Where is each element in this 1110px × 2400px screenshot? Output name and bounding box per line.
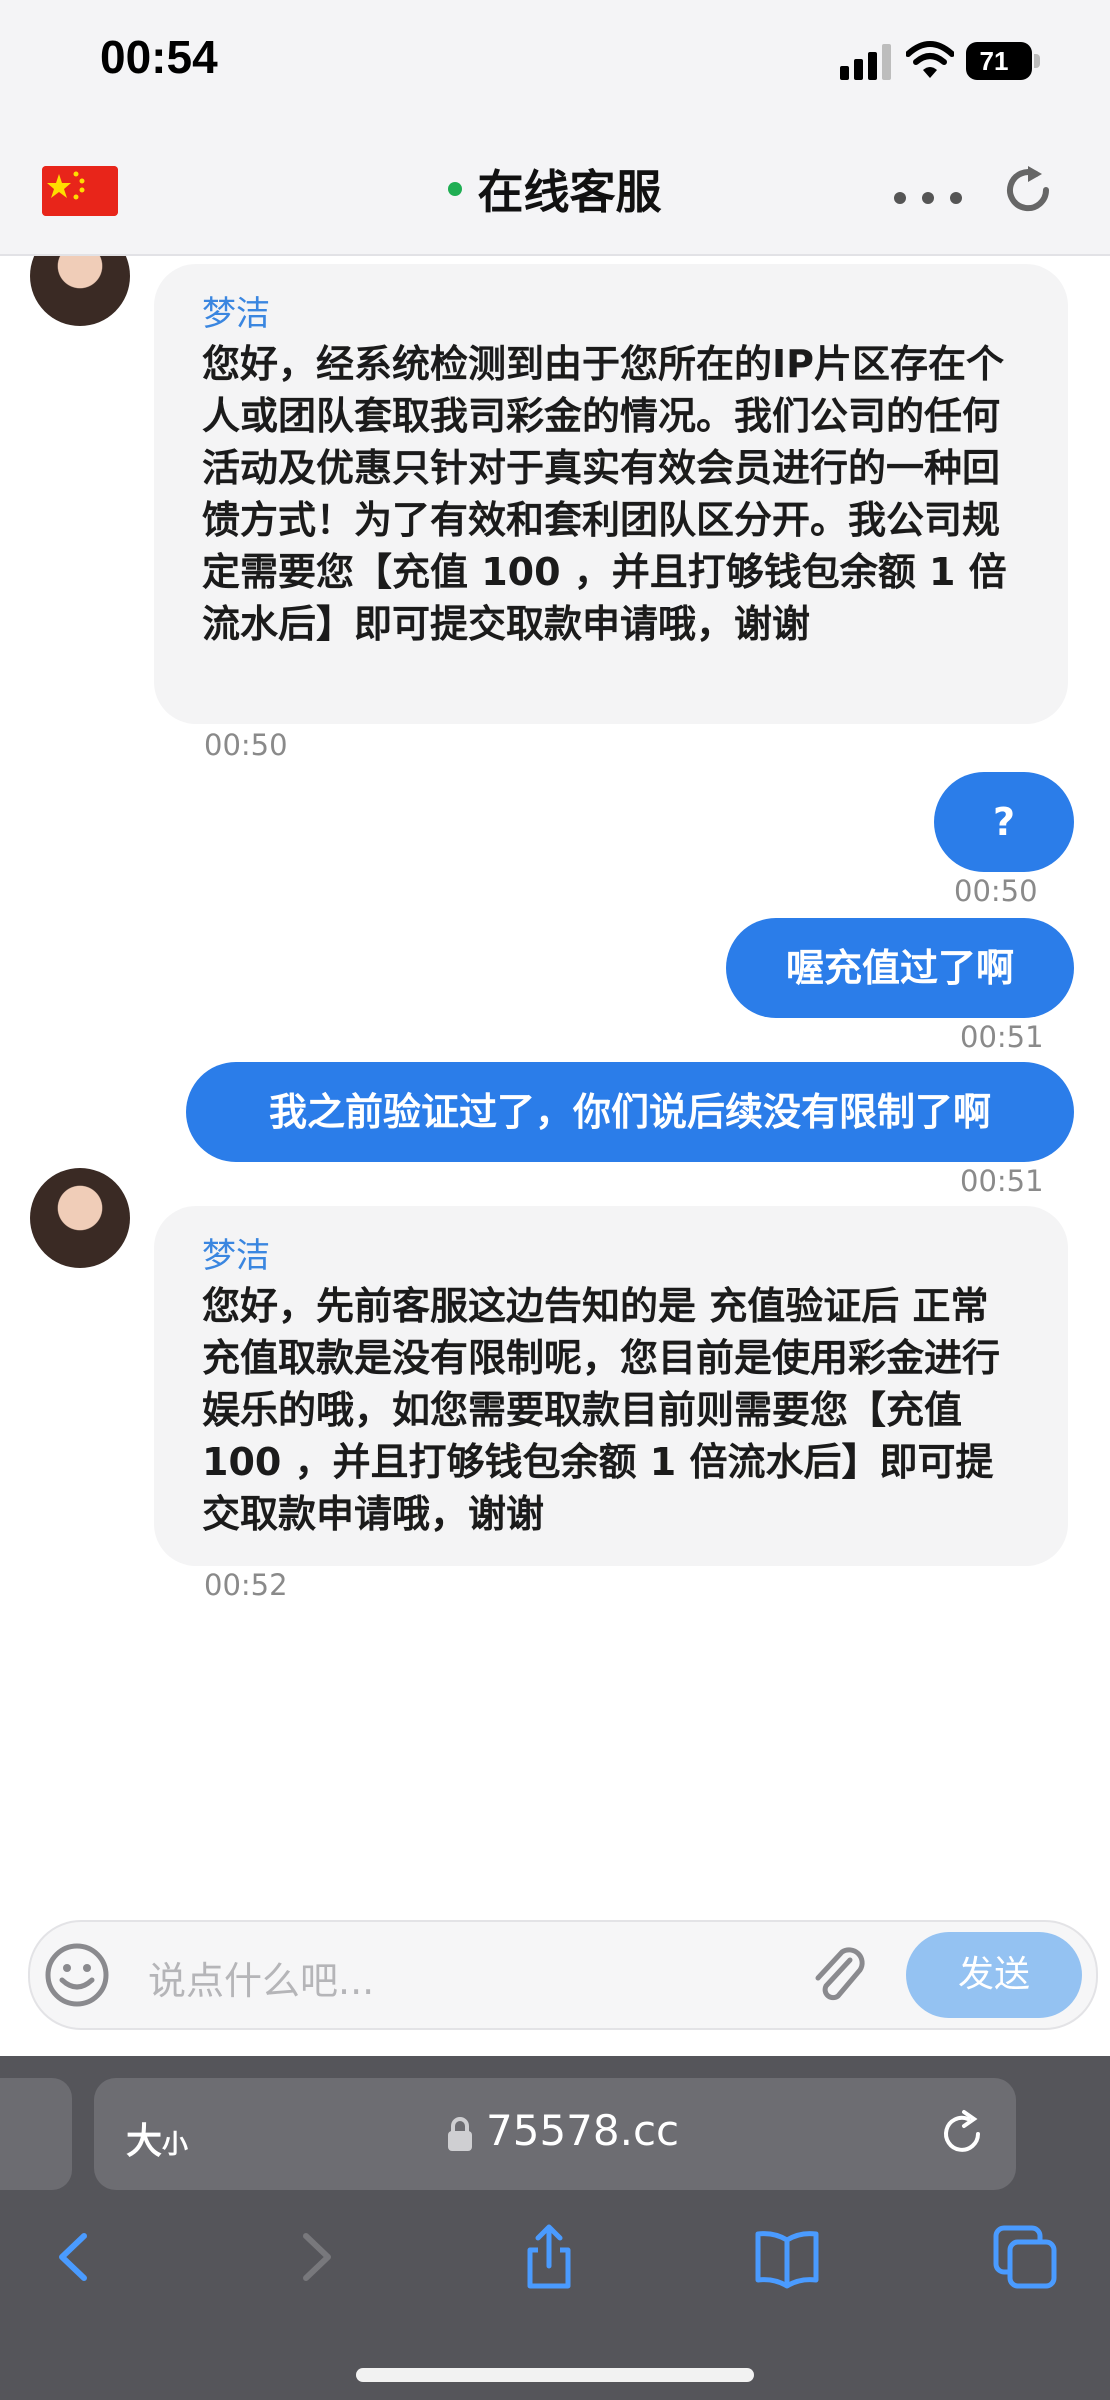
chat-messages[interactable]: 梦洁 您好，经系统检测到由于您所在的IP片区存在个人或团队套取我司彩金的情况。我… — [0, 256, 1110, 1916]
text-size-small: 小 — [162, 2130, 189, 2160]
reload-icon[interactable] — [936, 2108, 988, 2160]
status-bar: 00:54 71 — [0, 0, 1110, 130]
online-status-dot — [448, 182, 463, 196]
battery-level: 71 — [979, 46, 1009, 76]
message-time: 00:52 — [204, 1568, 288, 1602]
text-size-large: 大 — [126, 2121, 163, 2162]
outgoing-message: 我之前验证过了，你们说后续没有限制了啊 — [186, 1062, 1074, 1162]
agent-avatar — [30, 256, 130, 326]
url-text: 75578.cc — [486, 2106, 680, 2155]
message-time: 00:51 — [960, 1164, 1044, 1198]
tabs-icon[interactable] — [990, 2222, 1060, 2292]
message-input-bar: 说点什么吧... 发送 — [28, 1920, 1098, 2030]
outgoing-message: ? — [934, 772, 1074, 872]
chat-header: 在线客服 — [0, 130, 1110, 256]
battery-tip — [1034, 54, 1040, 68]
message-text: 您好，经系统检测到由于您所在的IP片区存在个人或团队套取我司彩金的情况。我们公司… — [202, 342, 1007, 646]
send-button[interactable]: 发送 — [906, 1932, 1082, 2018]
outgoing-message: 喔充值过了啊 — [726, 918, 1074, 1018]
emoji-icon[interactable] — [44, 1942, 110, 2008]
cellular-signal-icon — [840, 44, 891, 80]
header-title-group: 在线客服 — [0, 156, 1110, 222]
sender-name: 梦洁 — [202, 1236, 270, 1276]
refresh-icon[interactable] — [1000, 162, 1056, 218]
forward-icon[interactable] — [280, 2222, 350, 2292]
agent-avatar — [30, 1168, 130, 1268]
message-input[interactable]: 说点什么吧... — [148, 1950, 374, 2005]
previous-tab[interactable] — [0, 2078, 72, 2190]
message-time: 00:50 — [204, 728, 288, 762]
home-indicator[interactable] — [356, 2368, 754, 2382]
wifi-icon — [906, 41, 954, 78]
lock-icon — [448, 2117, 472, 2151]
bookmarks-icon[interactable] — [752, 2222, 822, 2292]
message-time: 00:50 — [954, 874, 1038, 908]
status-time: 00:54 — [100, 31, 218, 83]
message-text: 您好，先前客服这边告知的是 充值验证后 正常充值取款是没有限制呢，您目前是使用彩… — [202, 1284, 1001, 1536]
back-icon[interactable] — [40, 2222, 110, 2292]
text-size-button[interactable]: 大小 — [126, 2112, 188, 2164]
share-icon[interactable] — [514, 2222, 584, 2292]
incoming-message: 梦洁 您好，经系统检测到由于您所在的IP片区存在个人或团队套取我司彩金的情况。我… — [154, 264, 1068, 724]
browser-nav — [0, 2212, 1110, 2352]
address-bar[interactable]: 大小 75578.cc — [94, 2078, 1016, 2190]
paperclip-icon[interactable] — [806, 1942, 872, 2008]
browser-toolbar: 大小 75578.cc — [0, 2056, 1110, 2400]
message-time: 00:51 — [960, 1020, 1044, 1054]
incoming-message: 梦洁 您好，先前客服这边告知的是 充值验证后 正常充值取款是没有限制呢，您目前是… — [154, 1206, 1068, 1566]
battery-indicator: 71 — [966, 42, 1040, 80]
more-dots-icon[interactable] — [894, 192, 964, 206]
page-title: 在线客服 — [477, 165, 662, 219]
sender-name: 梦洁 — [202, 294, 270, 334]
